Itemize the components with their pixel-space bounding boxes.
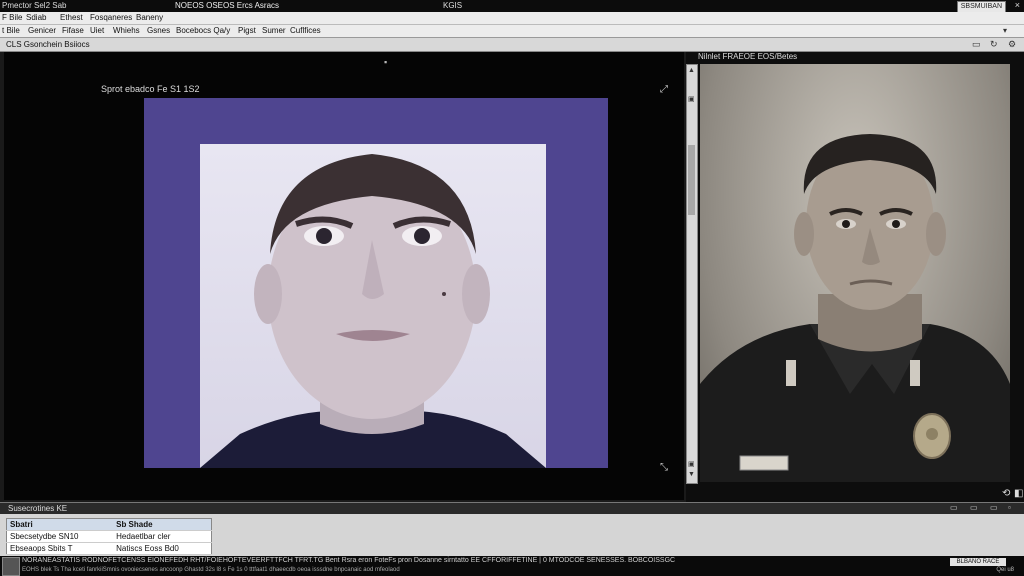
toolbar-item-8[interactable]: Pigst xyxy=(238,26,256,35)
corner-expand-icon[interactable]: ◧ xyxy=(1014,488,1023,499)
panel-header: CLS Gsonchein Bsiiocs ▭ ↻ ⚙ xyxy=(0,38,1024,52)
menu-bar: F Bile Sdiab Ethest Fosqaneres Baneny xyxy=(0,12,1024,25)
comparison-panel: Nilnlet FRAEOE EOS/Betes ▲ ▣ ▣ ▼ ⟲ ◧ xyxy=(686,52,1024,502)
close-icon[interactable]: × xyxy=(1015,0,1020,10)
table-cell: Hedaetlbar cler xyxy=(113,530,212,543)
table-cell: Ebseaops Sbits T xyxy=(6,542,114,555)
settings-icon[interactable]: ⚙ xyxy=(1008,39,1016,50)
column-header[interactable]: Sb Shade xyxy=(113,518,212,531)
window-title: NOEOS OSEOS Ercs Asracs xyxy=(175,1,280,10)
menu-item-3[interactable]: Ethest xyxy=(60,13,83,22)
officer-portrait-image xyxy=(700,134,1010,482)
column-header[interactable]: Sbatri xyxy=(6,518,114,531)
toolbar-item-4[interactable]: Uiet xyxy=(90,26,104,35)
viewer-menu-icon[interactable]: ▪ xyxy=(384,57,387,67)
status-line-2: EOHS blek Ts Tha kceti fanrkiiSmnis ovoo… xyxy=(22,567,400,573)
subject-photo xyxy=(200,144,546,468)
panel-title: CLS Gsonchein Bsiiocs xyxy=(6,40,90,49)
window-title-bar: Pmector Sel2 Sab NOEOS OSEOS Ercs Asracs… xyxy=(0,0,1024,13)
rotate-icon[interactable]: ⟲ xyxy=(1002,488,1010,499)
toolbar-item-6[interactable]: Gsnes xyxy=(147,26,170,35)
toolbar-item-3[interactable]: Fifase xyxy=(62,26,84,35)
status-button[interactable]: BLBANO RACE xyxy=(950,558,1006,566)
panel-option-icon-1[interactable]: ▭ xyxy=(950,503,958,512)
table-header-row: Sbatri Sb Shade xyxy=(6,518,212,531)
reference-photo xyxy=(700,64,1010,482)
panel-option-icon-2[interactable]: ▭ xyxy=(970,503,978,512)
table-cell: Sbecsetydbe SN10 xyxy=(6,530,114,543)
toolbar-item-10[interactable]: Cuflfices xyxy=(290,26,321,35)
scroll-option-icon-2[interactable]: ▣ xyxy=(688,460,695,468)
comparison-title: Nilnlet FRAEOE EOS/Betes xyxy=(698,52,798,61)
menu-item-2[interactable]: Sdiab xyxy=(26,13,46,22)
scroll-option-icon[interactable]: ▣ xyxy=(688,95,695,103)
details-header: Susecrotines KE ▭ ▭ ▭ ▫ xyxy=(0,503,1024,514)
toolbar-item-7[interactable]: Bocebocs Qa/y xyxy=(176,26,230,35)
properties-table: Sbatri Sb Shade Sbecsetydbe SN10 Hedaetl… xyxy=(6,518,212,555)
collapse-icon[interactable]: ⤡ xyxy=(660,462,668,473)
photo-frame xyxy=(144,98,608,468)
toolbar-item-1[interactable]: t Bile xyxy=(2,26,20,35)
toolbar: t Bile Genicer Fifase Uiet Whiehs Gsnes … xyxy=(0,25,1024,38)
expand-icon[interactable]: ⤢ xyxy=(660,84,668,95)
table-cell: Natiscs Eoss Bd0 xyxy=(113,542,212,555)
panel-close-icon[interactable]: ▫ xyxy=(1008,503,1011,512)
chevron-down-icon[interactable]: ▾ xyxy=(1003,26,1007,35)
image-viewer: ▪ Sprot ebadco Fe S1 1S2 ⤢ ⤡ xyxy=(4,52,684,500)
panel-option-icon-3[interactable]: ▭ xyxy=(990,503,998,512)
scroll-up-icon[interactable]: ▲ xyxy=(688,67,695,74)
vertical-scrollbar[interactable]: ▲ ▣ ▣ ▼ xyxy=(686,64,698,484)
status-bar: NORANEASTATIS RODNOFETCENSS EIONEFEDH RH… xyxy=(0,556,1024,576)
toolbar-item-9[interactable]: Sumer xyxy=(262,26,286,35)
scroll-thumb[interactable] xyxy=(688,145,695,215)
app-title: Pmector Sel2 Sab xyxy=(2,1,67,10)
status-line-1: NORANEASTATIS RODNOFETCENSS EIONEFEDH RH… xyxy=(22,557,676,564)
window-subtitle: KGIS xyxy=(443,1,463,10)
scroll-down-icon[interactable]: ▼ xyxy=(688,471,695,478)
details-title: Susecrotines KE xyxy=(8,504,68,513)
table-row[interactable]: Ebseaops Sbits T Natiscs Eoss Bd0 xyxy=(6,542,212,555)
status-right-text: Qei u8 xyxy=(996,567,1014,573)
menu-item-file[interactable]: F Bile xyxy=(2,13,22,22)
refresh-icon[interactable]: ↻ xyxy=(990,39,998,50)
menu-item-4[interactable]: Fosqaneres xyxy=(90,13,132,22)
minimize-icon[interactable]: ▭ xyxy=(972,39,981,50)
toolbar-item-5[interactable]: Whiehs xyxy=(113,26,140,35)
table-row[interactable]: Sbecsetydbe SN10 Hedaetlbar cler xyxy=(6,530,212,543)
image-caption: Sprot ebadco Fe S1 1S2 xyxy=(101,84,200,94)
menu-item-5[interactable]: Baneny xyxy=(136,13,163,22)
face-portrait-image xyxy=(200,154,546,468)
toolbar-item-2[interactable]: Genicer xyxy=(28,26,56,35)
status-badge xyxy=(2,557,20,576)
details-panel: Susecrotines KE ▭ ▭ ▭ ▫ Sbatri Sb Shade … xyxy=(0,502,1024,557)
